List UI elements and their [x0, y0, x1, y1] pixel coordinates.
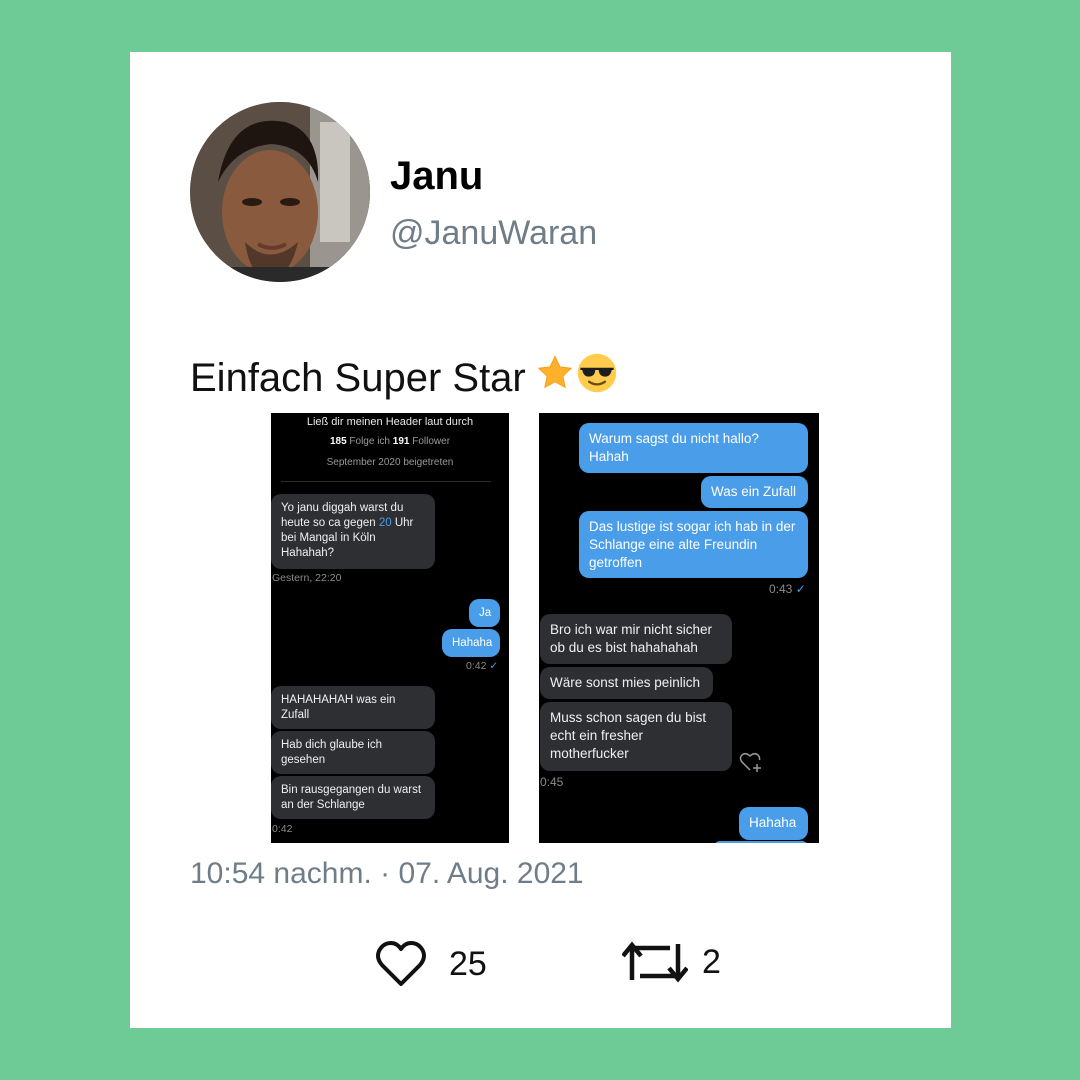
message-time: 0:42: [272, 823, 293, 835]
message-received: Bin rausgegangen du warst an der Schlang…: [271, 776, 435, 819]
like-action[interactable]: 25: [375, 940, 487, 988]
star-emoji: [536, 354, 574, 402]
message-received: Yo janu diggah warst du heute so ca gege…: [271, 494, 435, 569]
tweet-timestamp[interactable]: 10:54 nachm. · 07. Aug. 2021: [190, 857, 584, 891]
message-status: 0:42 ✓: [466, 660, 498, 672]
followers-count: 191: [392, 436, 410, 447]
sunglasses-emoji: [576, 352, 618, 404]
message-status: 0:43 ✓: [769, 582, 806, 596]
message-sent: Was ein Zufall: [701, 476, 808, 508]
message-time: 0:42: [466, 660, 487, 672]
following-label: Folge ich: [346, 436, 393, 447]
message-link[interactable]: 20: [379, 517, 392, 529]
chat-screenshot-left[interactable]: Ließ dir meinen Header laut durch 185 Fo…: [271, 413, 509, 843]
avatar[interactable]: [190, 102, 370, 282]
profile-stats: 185 Folge ich 191 Follower: [271, 436, 509, 447]
heart-plus-icon[interactable]: [739, 751, 763, 778]
tweet-card: Janu @JanuWaran Einfach Super Star Ließ …: [130, 52, 951, 1028]
message-time: Gestern, 22:20: [272, 572, 342, 584]
retweet-action[interactable]: 2: [622, 940, 721, 984]
like-count: 25: [449, 944, 487, 983]
message-received: Wäre sonst mies peinlich: [540, 667, 713, 699]
read-check-icon: ✓: [489, 660, 499, 672]
retweet-icon[interactable]: [622, 940, 688, 984]
message-sent-partial: [714, 841, 808, 843]
read-check-icon: ✓: [795, 582, 806, 596]
message-time: 0:43: [769, 582, 793, 596]
chat-screenshot-right[interactable]: Warum sagst du nicht hallo? Hahah Was ei…: [539, 413, 819, 843]
message-sent: Ja: [469, 599, 500, 627]
author-name[interactable]: Janu: [390, 154, 483, 199]
followers-label: Follower: [409, 436, 451, 447]
heart-outline-icon[interactable]: [375, 940, 427, 988]
following-count: 185: [329, 436, 347, 447]
message-received: Hab dich glaube ich gesehen: [271, 731, 435, 774]
avatar-photo: [190, 102, 370, 282]
retweet-count: 2: [702, 942, 721, 981]
tweet-text: Einfach Super Star: [190, 352, 618, 404]
profile-header-title: Ließ dir meinen Header laut durch: [306, 416, 474, 428]
message-received: Muss schon sagen du bist echt ein freshe…: [540, 702, 732, 771]
message-received: Bro ich war mir nicht sicher ob du es bi…: [540, 614, 732, 664]
message-time: 0:45: [540, 775, 564, 789]
author-handle[interactable]: @JanuWaran: [390, 214, 597, 253]
profile-joined: September 2020 beigetreten: [326, 457, 454, 468]
message-sent: Das lustige ist sogar ich hab in der Sch…: [579, 511, 808, 578]
divider: [281, 481, 491, 482]
message-received: HAHAHAHAH was ein Zufall: [271, 686, 435, 729]
message-sent: Warum sagst du nicht hallo? Hahah: [579, 423, 808, 473]
message-sent: Hahaha: [739, 807, 808, 840]
tweet-text-content: Einfach Super Star: [190, 355, 526, 400]
message-sent: Hahaha: [442, 629, 500, 657]
